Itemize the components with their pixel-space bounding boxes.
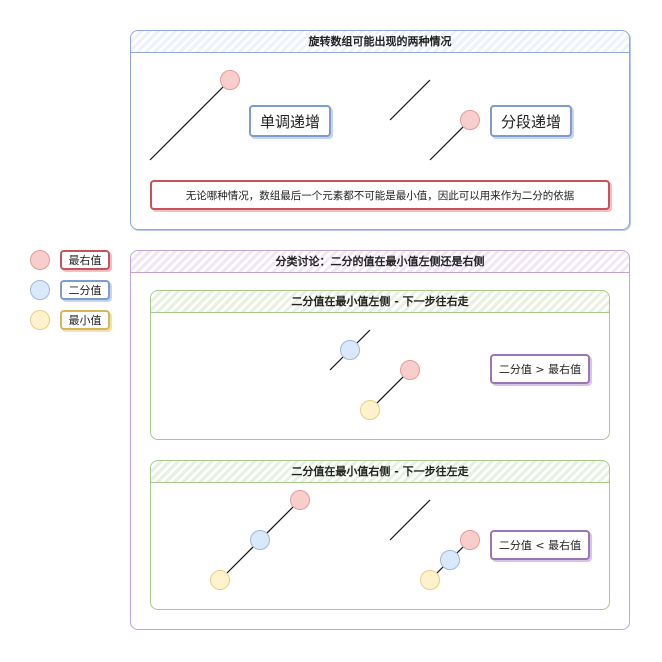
right-case-condition: 二分值 < 最右值: [490, 530, 590, 560]
left-case-condition-text: 二分值 > 最右值: [498, 363, 582, 376]
right-case-condition-text: 二分值 < 最右值: [498, 539, 582, 552]
right-case-segmented-min-dot: [420, 570, 440, 590]
left-case-condition: 二分值 > 最右值: [490, 354, 590, 384]
right-case-monotonic-min-dot: [210, 570, 230, 590]
right-case-monotonic-mid-dot: [250, 530, 270, 550]
left-case-min-dot: [360, 400, 380, 420]
right-case-upper-line: [389, 499, 431, 541]
right-case-monotonic-rightmost-dot: [290, 490, 310, 510]
case-lines: [219, 329, 471, 581]
left-case-mid-dot: [340, 340, 360, 360]
right-case-segmented-mid-dot: [440, 550, 460, 570]
right-case-segmented-rightmost-dot: [460, 530, 480, 550]
left-case-rightmost-dot: [400, 360, 420, 380]
